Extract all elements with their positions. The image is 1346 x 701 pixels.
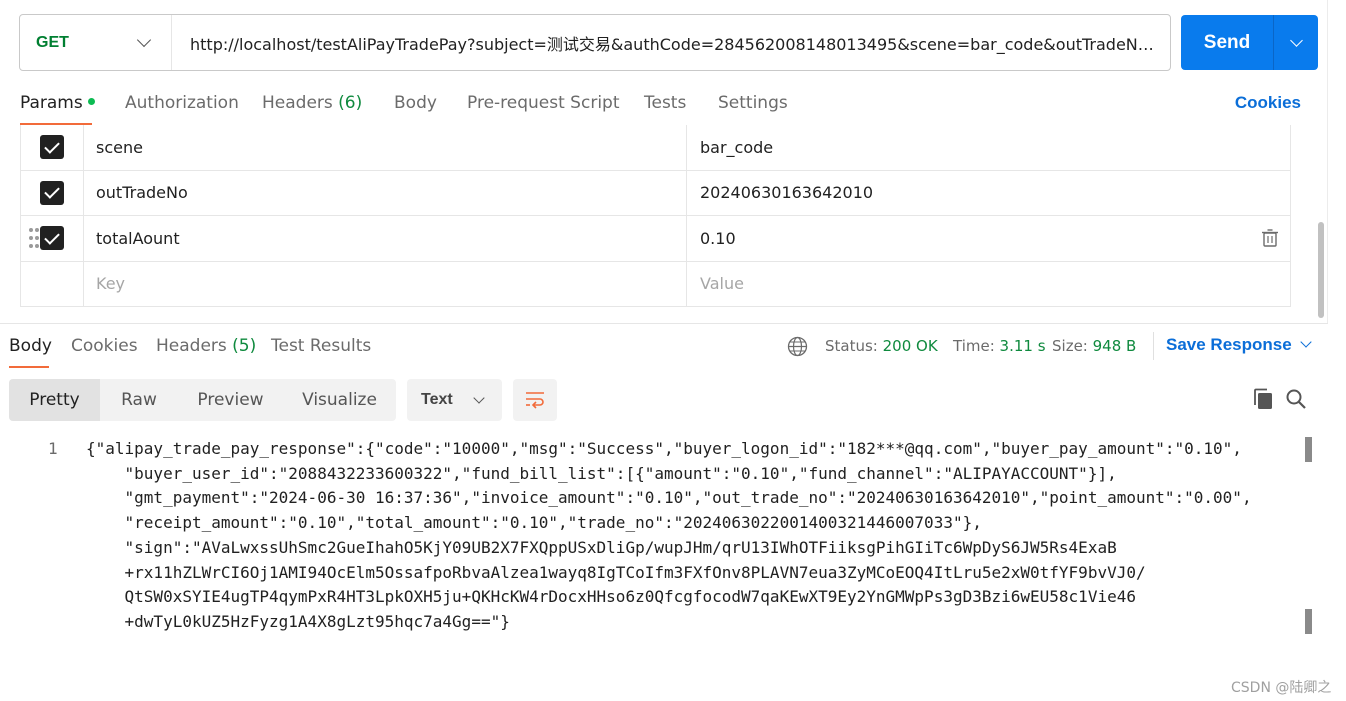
- response-tab-headers[interactable]: Headers (5): [156, 336, 256, 356]
- response-tab-body[interactable]: Body: [9, 336, 52, 356]
- language-label: Text: [421, 391, 453, 408]
- time-label: Time:: [953, 337, 995, 355]
- code-line: "buyer_user_id":"2088432233600322","fund…: [86, 463, 1117, 483]
- save-response-button[interactable]: Save Response: [1166, 335, 1312, 355]
- code-line: {"alipay_trade_pay_response":{"code":"10…: [86, 439, 1242, 458]
- trash-icon[interactable]: [1262, 229, 1278, 247]
- checkbox-cell: [21, 261, 84, 306]
- pane-divider[interactable]: [0, 323, 1328, 324]
- send-label: Send: [1181, 15, 1274, 70]
- code-line: "sign":"AVaLwxssUhSmc2GueIhahO5KjY09UB2X…: [86, 537, 1117, 557]
- table-row: Key Value: [21, 261, 1290, 307]
- tab-params[interactable]: Params: [20, 93, 95, 113]
- format-visualize[interactable]: Visualize: [283, 379, 396, 421]
- method-select[interactable]: GET: [20, 15, 172, 70]
- code-scrollbar[interactable]: [1305, 437, 1312, 462]
- tab-settings[interactable]: Settings: [718, 93, 788, 113]
- chevron-down-icon: [1300, 336, 1312, 348]
- active-tab-indicator: [9, 366, 49, 368]
- code-scrollbar[interactable]: [1305, 609, 1312, 634]
- active-dot-icon: [87, 98, 95, 105]
- tab-label: Tests: [644, 93, 687, 113]
- param-key[interactable]: scene: [84, 125, 687, 170]
- response-tab-cookies[interactable]: Cookies: [71, 336, 138, 356]
- format-preview[interactable]: Preview: [178, 379, 283, 421]
- code-line: "gmt_payment":"2024-06-30 16:37:36","inv…: [86, 488, 1252, 508]
- tab-label: Params: [20, 93, 83, 113]
- tab-tests[interactable]: Tests: [644, 93, 686, 113]
- checkbox-cell: [21, 216, 84, 261]
- table-row: outTradeNo 20240630163642010: [21, 170, 1290, 216]
- method-label: GET: [36, 33, 69, 51]
- table-row: scene bar_code: [21, 125, 1290, 171]
- url-input[interactable]: http://localhost/testAliPayTradePay?subj…: [172, 31, 1170, 55]
- line-number: 1: [48, 439, 58, 458]
- request-bar: GET http://localhost/testAliPayTradePay?…: [19, 14, 1171, 71]
- status-value: 200 OK: [882, 337, 938, 355]
- status-label: Status:: [825, 337, 878, 355]
- globe-icon[interactable]: [787, 336, 808, 357]
- code-line: +rx11hZLWrCI6Oj1AMI94OcElm5OssafpoRbvaAl…: [86, 562, 1146, 582]
- checkbox-cell: [21, 170, 84, 215]
- send-options-button[interactable]: [1274, 15, 1318, 70]
- send-button[interactable]: Send: [1181, 15, 1318, 70]
- tab-label: Authorization: [125, 93, 239, 113]
- language-select[interactable]: Text: [407, 379, 502, 421]
- pane-divider: [1327, 0, 1328, 323]
- code-line: "receipt_amount":"0.10","total_amount":"…: [86, 513, 982, 533]
- separator: [1153, 332, 1154, 360]
- table-row: totalAount 0.10: [21, 216, 1290, 262]
- tab-label: Pre-request Script: [467, 93, 620, 113]
- param-key[interactable]: totalAount: [84, 216, 687, 261]
- response-tab-test-results[interactable]: Test Results: [271, 336, 371, 356]
- code-line: QtSW0xSYIE4ugTP4qymPxR4HT3LpkOXH5ju+QKHc…: [86, 587, 1136, 607]
- watermark: CSDN @陆卿之: [1231, 680, 1332, 696]
- time-value: 3.11 s: [999, 337, 1046, 355]
- tab-count: (6): [338, 93, 363, 113]
- time-readout[interactable]: Time: 3.11 s: [953, 337, 1046, 355]
- tab-headers[interactable]: Headers (6): [262, 93, 362, 113]
- tab-pre-request-script[interactable]: Pre-request Script: [467, 93, 620, 113]
- tab-label: Body: [394, 93, 437, 113]
- wrap-icon: [526, 392, 544, 409]
- code-line: +dwTyL0kUZ5HzFyzg1A4X8gLzt95hqc7a4Gg=="}: [86, 611, 510, 631]
- wrap-lines-button[interactable]: [513, 379, 557, 421]
- param-value[interactable]: 20240630163642010: [687, 171, 1290, 216]
- cookies-link[interactable]: Cookies: [1235, 93, 1301, 113]
- chevron-down-icon: [473, 391, 485, 404]
- chevron-down-icon: [1289, 34, 1303, 47]
- tab-label: Headers: [156, 336, 227, 356]
- format-raw[interactable]: Raw: [100, 379, 178, 421]
- param-key[interactable]: outTradeNo: [84, 170, 687, 215]
- chevron-down-icon: [136, 32, 152, 48]
- tab-label: Settings: [718, 93, 788, 113]
- param-checkbox[interactable]: [40, 180, 64, 205]
- key-placeholder[interactable]: Key: [84, 261, 687, 306]
- drag-handle-icon[interactable]: [29, 228, 39, 248]
- param-value[interactable]: bar_code: [687, 125, 1290, 170]
- save-response-label: Save Response: [1166, 335, 1292, 354]
- tab-label: Headers: [262, 93, 333, 113]
- format-segmented-control: Pretty Raw Preview Visualize: [9, 379, 396, 421]
- tab-body[interactable]: Body: [394, 93, 437, 113]
- params-table: scene bar_code outTradeNo 20240630163642…: [20, 125, 1291, 307]
- copy-icon[interactable]: [1252, 388, 1274, 410]
- checkbox-cell: [21, 125, 84, 170]
- search-icon[interactable]: [1286, 389, 1306, 409]
- params-scrollbar[interactable]: [1318, 222, 1324, 318]
- size-readout[interactable]: Size: 948 B: [1052, 337, 1136, 355]
- param-checkbox[interactable]: [40, 226, 64, 251]
- param-value[interactable]: 0.10: [687, 216, 1290, 261]
- value-placeholder[interactable]: Value: [687, 262, 1290, 307]
- size-value: 948 B: [1092, 337, 1137, 355]
- tab-authorization[interactable]: Authorization: [125, 93, 239, 113]
- tab-count: (5): [232, 336, 257, 356]
- format-pretty[interactable]: Pretty: [9, 379, 100, 421]
- param-checkbox[interactable]: [40, 135, 64, 160]
- status-readout[interactable]: Status: 200 OK: [825, 337, 938, 355]
- request-tabs: Params Authorization Headers (6) Body Pr…: [20, 88, 1306, 124]
- size-label: Size:: [1052, 337, 1088, 355]
